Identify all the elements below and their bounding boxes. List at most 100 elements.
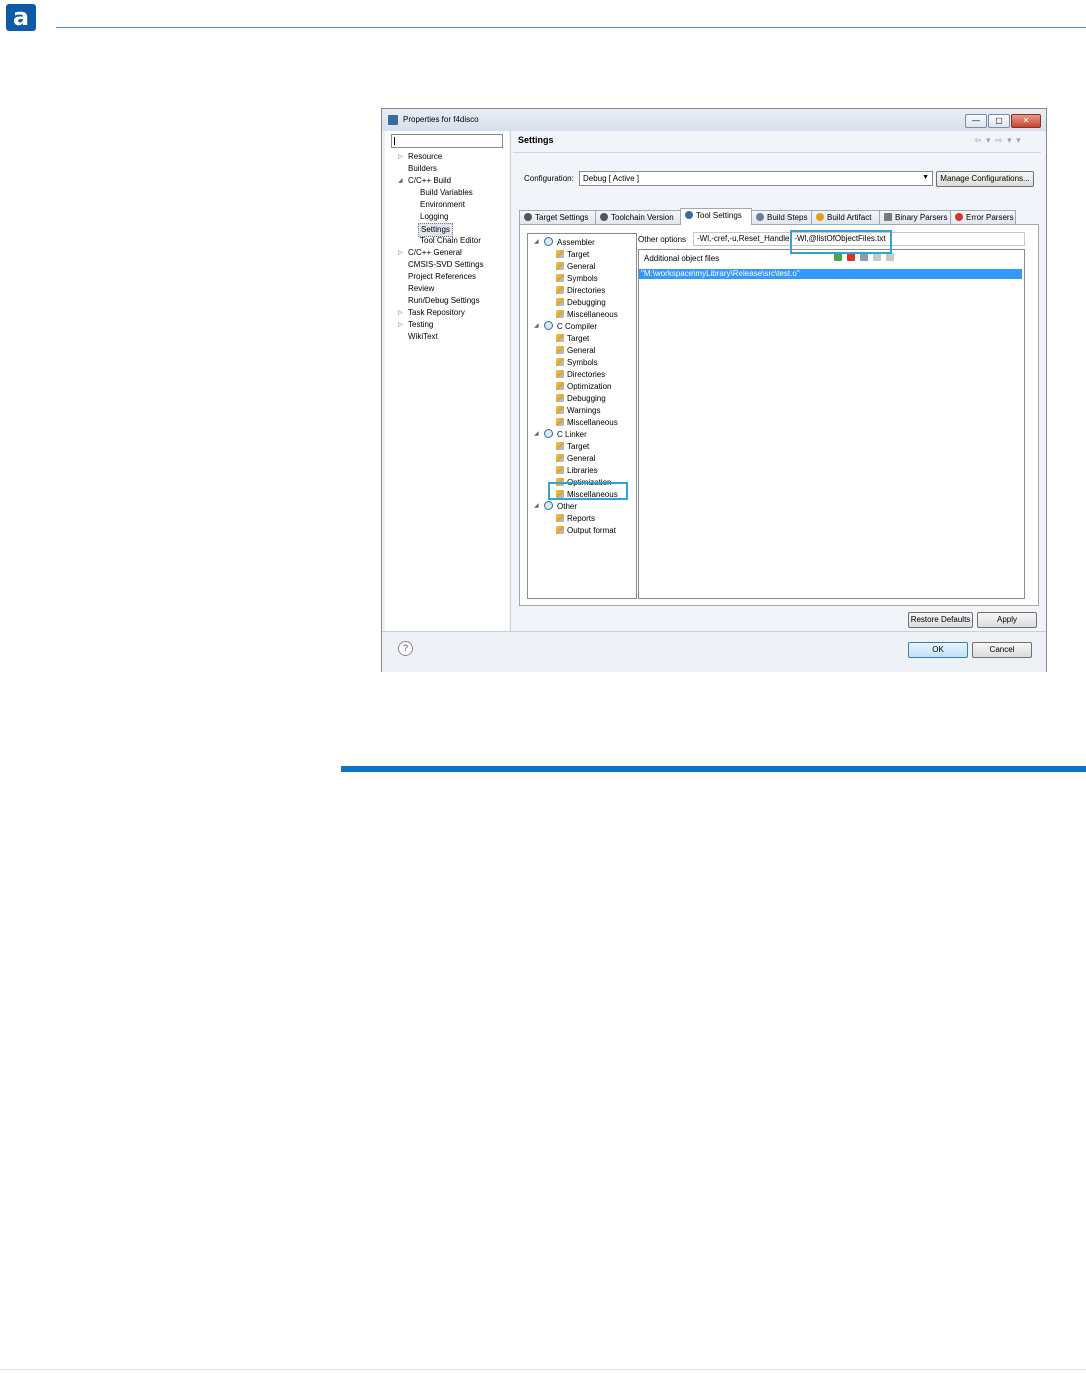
nav-item[interactable]: Build Variables (420, 187, 473, 199)
tree-item[interactable]: Miscellaneous (556, 309, 618, 320)
expand-toggle-icon[interactable]: ▷ (398, 309, 403, 316)
dropdown-arrow-icon: ▼ (922, 174, 929, 181)
tree-item[interactable]: Target (556, 249, 589, 260)
tree-item[interactable]: Miscellaneous (556, 417, 618, 428)
nav-item[interactable]: Resource (408, 151, 442, 163)
configuration-select[interactable]: Debug [ Active ] ▼ (579, 171, 933, 186)
history-nav-arrows[interactable]: ⇦ ▾ ⇨ ▾ ▾ (974, 135, 1022, 146)
configuration-label: Configuration: (524, 174, 574, 183)
tab-build-steps[interactable]: Build Steps (751, 210, 812, 224)
tab-build-artifact[interactable]: Build Artifact (811, 210, 880, 224)
tree-item-label: Warnings (567, 406, 601, 415)
tree-item[interactable]: Warnings (556, 405, 601, 416)
nav-item[interactable]: Builders (408, 163, 437, 175)
tree-item[interactable]: General (556, 345, 595, 356)
tree-item-label: Libraries (567, 466, 598, 475)
close-button[interactable]: ✕ (1011, 114, 1041, 128)
tab-target-settings[interactable]: Target Settings (519, 210, 596, 224)
tool-gear-icon (544, 237, 553, 246)
option-page-icon (556, 346, 564, 354)
tree-item-label: General (567, 262, 596, 271)
move-up-icon[interactable] (873, 253, 881, 261)
tree-item-label: Debugging (567, 298, 606, 307)
tree-item[interactable]: Symbols (556, 357, 598, 368)
expand-toggle-icon[interactable]: ◢ (398, 177, 403, 184)
nav-item-label: Review (408, 284, 435, 293)
tree-item[interactable]: Reports (556, 513, 595, 524)
cancel-button[interactable]: Cancel (972, 642, 1032, 658)
tab-tool-settings[interactable]: Tool Settings (680, 208, 752, 225)
diamond-icon (524, 213, 532, 221)
nav-item[interactable]: C/C++ General (408, 247, 462, 259)
edit-icon[interactable] (860, 253, 868, 261)
tree-item[interactable]: General (556, 453, 595, 464)
manage-configurations-button[interactable]: Manage Configurations... (936, 171, 1034, 187)
collapse-toggle-icon[interactable]: ◢ (534, 430, 539, 437)
tree-item-label: Output format (567, 526, 616, 535)
tree-item[interactable]: Optimization (556, 381, 611, 392)
tree-group-label: Other (557, 502, 578, 511)
tree-group[interactable]: Other (544, 501, 577, 512)
maximize-button[interactable]: ▢ (988, 114, 1010, 128)
nav-item[interactable]: Tool Chain Editor (420, 235, 481, 247)
wrench-icon (756, 213, 764, 221)
nav-item[interactable]: Task Repository (408, 307, 465, 319)
nav-item[interactable]: Environment (420, 199, 465, 211)
error-icon (955, 213, 963, 221)
ok-button[interactable]: OK (908, 642, 968, 658)
tree-item[interactable]: Output format (556, 525, 616, 536)
tree-item[interactable]: General (556, 261, 595, 272)
restore-defaults-button[interactable]: Restore Defaults (908, 612, 973, 628)
tree-item[interactable]: Debugging (556, 297, 606, 308)
nav-item[interactable]: Testing (408, 319, 433, 331)
tree-item[interactable]: Symbols (556, 273, 598, 284)
nav-item[interactable]: WikiText (408, 331, 438, 343)
option-page-icon (556, 250, 564, 258)
tab-binary-parsers[interactable]: Binary Parsers (879, 210, 951, 224)
artifact-icon (816, 213, 824, 221)
collapse-toggle-icon[interactable]: ◢ (534, 502, 539, 509)
tree-group[interactable]: C Linker (544, 429, 587, 440)
collapse-toggle-icon[interactable]: ◢ (534, 322, 539, 329)
tree-group[interactable]: Assembler (544, 237, 595, 248)
tree-item[interactable]: Debugging (556, 393, 606, 404)
tree-item[interactable]: Directories (556, 369, 605, 380)
tree-item-label: Debugging (567, 394, 606, 403)
nav-item[interactable]: C/C++ Build (408, 175, 451, 187)
tree-item[interactable]: Target (556, 333, 589, 344)
list-item[interactable]: "M:\workspace\myLibrary\Release\src\test… (639, 269, 1022, 279)
expand-toggle-icon[interactable]: ▷ (398, 321, 403, 328)
add-icon[interactable] (834, 253, 842, 261)
move-down-icon[interactable] (886, 253, 894, 261)
tree-item-label: Target (567, 442, 590, 451)
delete-icon[interactable] (847, 253, 855, 261)
gear-icon (685, 211, 693, 219)
tree-item-label: General (567, 346, 596, 355)
nav-item-label: Tool Chain Editor (420, 236, 481, 245)
nav-item[interactable]: Logging (420, 211, 448, 223)
tree-item[interactable]: Directories (556, 285, 605, 296)
nav-item[interactable]: Project References (408, 271, 476, 283)
filter-input[interactable] (391, 134, 503, 148)
option-page-icon (556, 274, 564, 282)
tree-item[interactable]: Target (556, 441, 589, 452)
tool-tree: ◢ Assembler Target General Symbols Directorie… (527, 233, 637, 599)
text-caret (394, 137, 395, 145)
nav-item-label: CMSIS-SVD Settings (408, 260, 484, 269)
nav-item[interactable]: CMSIS-SVD Settings (408, 259, 484, 271)
tab-error-parsers[interactable]: Error Parsers (950, 210, 1016, 224)
apply-button[interactable]: Apply (977, 612, 1037, 628)
nav-item[interactable]: Run/Debug Settings (408, 295, 480, 307)
expand-toggle-icon[interactable]: ▷ (398, 249, 403, 256)
collapse-toggle-icon[interactable]: ◢ (534, 238, 539, 245)
nav-item[interactable]: Review (408, 283, 434, 295)
option-page-icon (556, 418, 564, 426)
tree-item[interactable]: Libraries (556, 465, 598, 476)
tab-toolchain-version[interactable]: Toolchain Version (595, 210, 681, 224)
properties-dialog: Properties for f4disco — ▢ ✕ Resource ▷ Bu… (381, 108, 1047, 672)
option-page-icon (556, 358, 564, 366)
minimize-button[interactable]: — (965, 114, 987, 128)
help-icon[interactable]: ? (398, 641, 413, 656)
tree-group[interactable]: C Compiler (544, 321, 597, 332)
expand-toggle-icon[interactable]: ▷ (398, 153, 403, 160)
